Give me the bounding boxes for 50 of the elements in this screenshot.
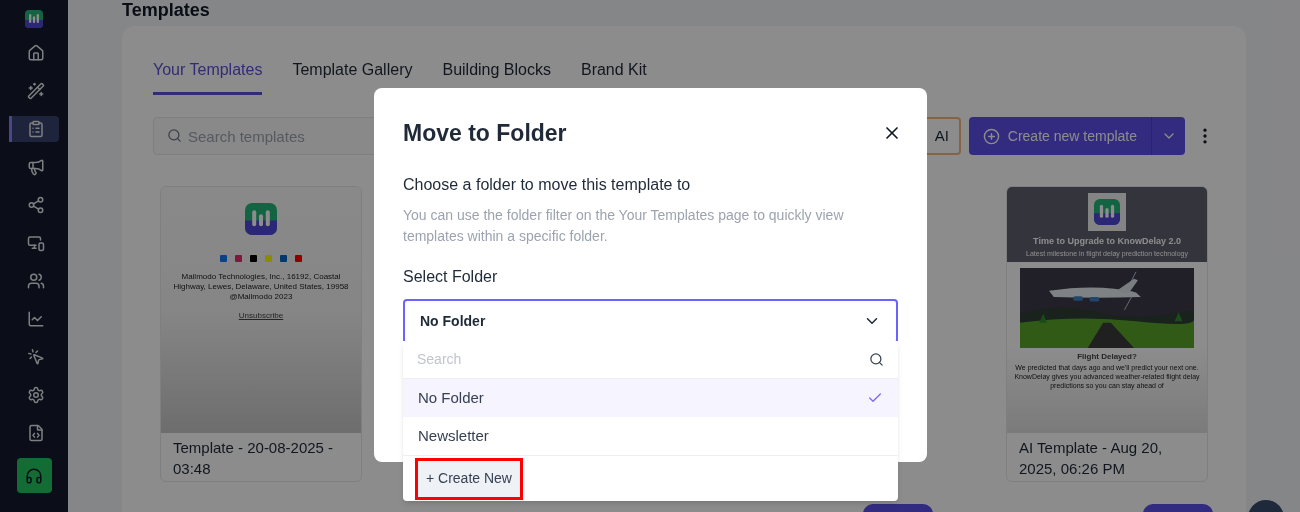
- dialog-subtitle: Choose a folder to move this template to: [403, 174, 692, 195]
- social-icon: [265, 255, 272, 262]
- users-icon: [26, 272, 45, 290]
- logo-icon: [245, 203, 277, 235]
- footer-copyright: @Mailmodo 2023: [229, 292, 293, 302]
- search-icon: [167, 128, 182, 143]
- code-file-icon: [26, 424, 45, 442]
- social-icon: [235, 255, 242, 262]
- tab[interactable]: Building Blocks: [442, 58, 551, 95]
- social-icon: [280, 255, 287, 262]
- email-heading: Flight Delayed?: [1077, 350, 1137, 363]
- document-icon: [26, 120, 45, 138]
- chart-icon: [26, 310, 45, 328]
- social-icon: [250, 255, 257, 262]
- template-name: Template - 20-08-2025 - 03:48: [172, 438, 335, 479]
- email-headline: Time to Upgrade to KnowDelay 2.0: [1033, 235, 1181, 248]
- create-template-button[interactable]: Create new template: [968, 117, 1185, 155]
- dialog-title: Move to Folder: [403, 119, 567, 148]
- headphones-icon: [25, 466, 43, 485]
- social-icon: [220, 255, 227, 262]
- megaphone-icon: [26, 158, 45, 176]
- template-card[interactable]: [1006, 186, 1208, 482]
- support-button[interactable]: [16, 458, 52, 493]
- unsubscribe-link[interactable]: Unsubscribe: [238, 310, 284, 322]
- share-icon: [26, 196, 45, 214]
- field-label: Select Folder: [403, 266, 499, 287]
- logo-icon: [1094, 199, 1120, 225]
- settings-icon: [26, 386, 45, 404]
- folder-option[interactable]: No Folder: [403, 379, 898, 417]
- create-folder-button[interactable]: + Create New: [418, 460, 520, 497]
- sidebar-item[interactable]: [9, 116, 59, 142]
- monitor-icon: [26, 234, 45, 252]
- home-icon: [26, 44, 45, 62]
- tab[interactable]: Template Gallery: [292, 58, 413, 95]
- plus-icon: [982, 127, 1000, 145]
- template-name: AI Template - Aug 20, 2025, 06:26 PM: [1018, 438, 1164, 479]
- page-title: Templates: [122, 0, 211, 20]
- magic-wand-icon: [26, 82, 45, 100]
- tab[interactable]: Brand Kit: [580, 58, 647, 95]
- folder-option[interactable]: Newsletter: [403, 417, 898, 455]
- footer-address: Mailmodo Technologies, Inc., 16192, Coastal Highway, Lewes, Delaware, United States, 19958: [172, 272, 350, 292]
- dialog-description: You can use the folder filter on the Your Templates page to quickly view templates within a specific folder.: [403, 205, 845, 246]
- tab[interactable]: Your Templates: [153, 58, 263, 95]
- pointer-click-icon: [26, 348, 45, 366]
- create-template-label: Create new template: [1007, 126, 1137, 146]
- dropdown-search-field[interactable]: Search: [417, 349, 869, 370]
- logo-icon: [25, 10, 43, 28]
- search-icon: [869, 352, 884, 367]
- social-icon: [295, 255, 302, 262]
- template-card[interactable]: Mailmodo Technologies, Inc., 16192, Coastal Highway, Lewes, Delaware, United States, 19958 @Mailmodo 2023 Unsubscribe Template - 20-08-2025 - 03:48: [160, 186, 362, 482]
